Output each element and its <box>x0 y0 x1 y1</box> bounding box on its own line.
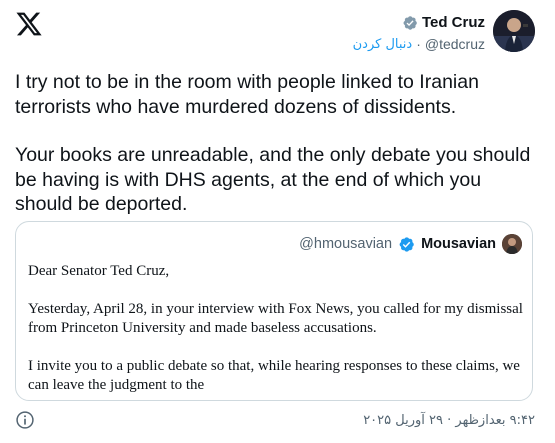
quote-greeting: Dear Senator Ted Cruz, <box>28 263 170 279</box>
tweet-timestamp[interactable]: ۹:۴۲ بعدازظهر · ۲۹ آوریل ۲۰۲۵ <box>363 413 535 428</box>
tweet-paragraph: I try not to be in the room with people … <box>15 71 479 118</box>
info-icon[interactable] <box>15 410 35 430</box>
author-text: Ted Cruz دنبال کردن · @tedcruz <box>353 14 485 52</box>
quote-handle: @hmousavian <box>299 236 393 252</box>
quoted-tweet-card[interactable]: @hmousavian Mousavian Dear Senator Ted C… <box>15 221 533 401</box>
follow-link[interactable]: دنبال کردن <box>353 37 413 52</box>
blue-verified-badge-icon <box>399 236 414 252</box>
tweet-paragraph: Your books are unreadable, and the only … <box>15 144 531 215</box>
tweet-footer: ۹:۴۲ بعدازظهر · ۲۹ آوریل ۲۰۲۵ <box>15 408 535 432</box>
author-avatar[interactable] <box>493 10 535 52</box>
quote-paragraph: I invite you to a public debate so that,… <box>28 358 520 393</box>
tweet-text: I try not to be in the room with people … <box>15 70 540 241</box>
quote-avatar <box>502 234 522 254</box>
tweet-author[interactable]: Ted Cruz دنبال کردن · @tedcruz <box>353 10 535 52</box>
quote-paragraph: Yesterday, April 28, in your interview w… <box>28 301 523 336</box>
author-handle[interactable]: @tedcruz <box>425 36 485 52</box>
quote-body: Dear Senator Ted Cruz, Yesterday, April … <box>28 262 523 400</box>
quote-author: @hmousavian Mousavian <box>299 234 522 254</box>
quote-author-name: Mousavian <box>421 236 496 252</box>
grey-verified-badge-icon <box>403 15 417 30</box>
separator-dot: · <box>416 36 421 52</box>
x-logo-icon[interactable] <box>15 10 43 38</box>
author-name[interactable]: Ted Cruz <box>422 14 485 31</box>
